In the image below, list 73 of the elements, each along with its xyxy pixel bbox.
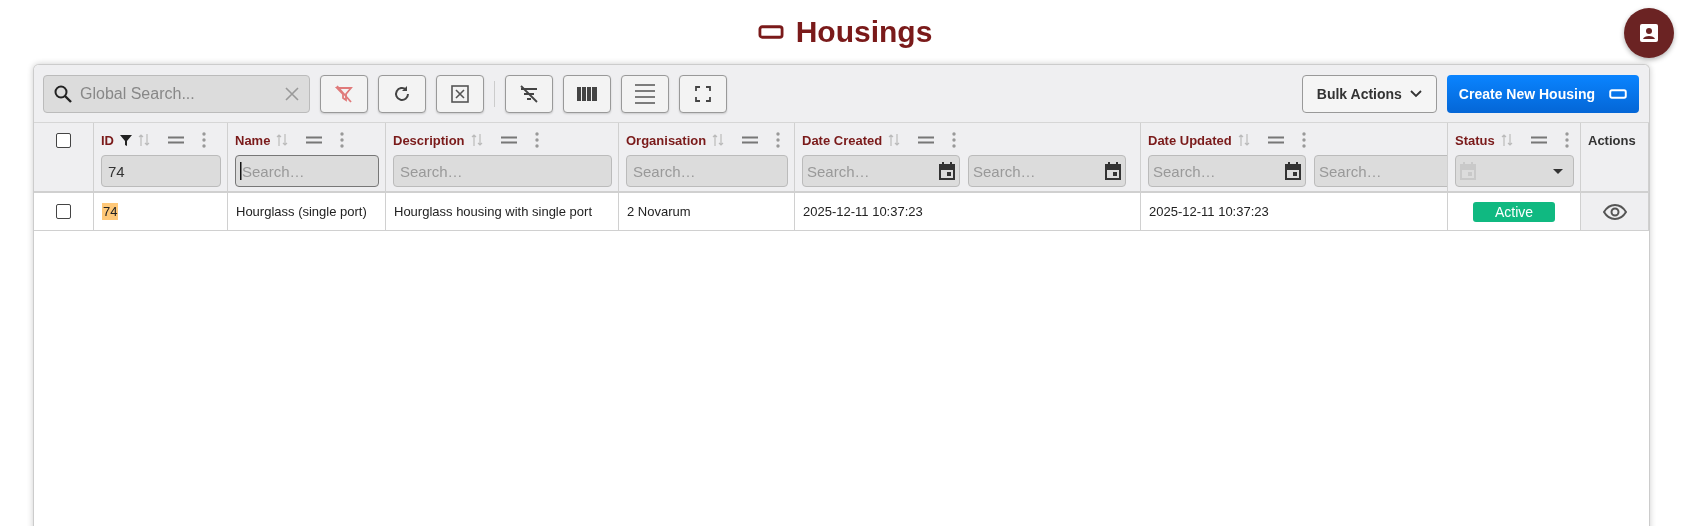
status-badge: Active	[1472, 201, 1556, 222]
calendar-icon[interactable]	[1285, 162, 1301, 180]
filter-lines-off-icon	[518, 84, 540, 103]
table-cell: 2025-12-11 10:37:23	[803, 204, 923, 219]
close-button[interactable]	[436, 74, 484, 113]
table-cell: Hourglass housing with single port	[394, 204, 592, 219]
search-icon	[54, 84, 72, 103]
date-filter-field[interactable]: Search…	[1314, 155, 1447, 187]
column-header[interactable]: Date Created	[802, 132, 883, 148]
date-filter-field[interactable]: Search…	[968, 155, 1126, 187]
close-box-icon	[450, 83, 470, 104]
bulk-actions-button[interactable]: Bulk Actions	[1301, 74, 1437, 113]
checkbox[interactable]	[56, 133, 71, 148]
column-header[interactable]: Date Updated	[1148, 132, 1232, 148]
more-options-icon[interactable]	[1301, 132, 1306, 148]
column-header[interactable]: ID	[101, 132, 114, 148]
hide-filters-button[interactable]	[505, 74, 553, 113]
caret-icon	[1553, 168, 1563, 174]
column-header[interactable]: Status	[1455, 132, 1495, 148]
more-options-icon[interactable]	[1564, 132, 1569, 148]
column-filter-field[interactable]: 74	[101, 155, 221, 187]
density-button[interactable]	[621, 74, 669, 113]
global-search-bar[interactable]: Global Search...	[43, 74, 310, 113]
column-filter-field[interactable]: Search…	[235, 155, 379, 187]
column-filter-field[interactable]: Search…	[393, 155, 612, 187]
more-options-icon[interactable]	[952, 132, 957, 148]
fullscreen-icon	[695, 85, 711, 102]
column-header[interactable]: Organisation	[626, 132, 707, 148]
more-options-icon[interactable]	[776, 132, 781, 148]
global-search-input[interactable]: Global Search...	[80, 84, 277, 103]
fullscreen-button[interactable]	[679, 74, 727, 113]
date-filter-field[interactable]: Search…	[1148, 155, 1306, 187]
clear-filters-button[interactable]	[320, 74, 368, 113]
date-input[interactable]: Search…	[1319, 162, 1447, 180]
table-cell: 74	[102, 203, 119, 220]
drag-handle-icon[interactable]	[742, 136, 759, 144]
more-options-icon[interactable]	[202, 132, 206, 148]
drag-handle-icon[interactable]	[1267, 136, 1284, 144]
contact-card-icon	[1640, 24, 1658, 42]
housing-icon	[757, 25, 784, 39]
table-cell: 2 Novarum	[627, 204, 691, 219]
page-title: Housings	[795, 15, 933, 49]
housing-icon	[1609, 88, 1627, 99]
date-input[interactable]: Search…	[807, 162, 939, 180]
calendar-icon[interactable]	[1105, 162, 1121, 180]
more-options-icon[interactable]	[534, 132, 539, 148]
column-header[interactable]: Actions	[1588, 132, 1636, 148]
date-filter-field[interactable]: Search…	[802, 155, 960, 187]
clear-icon[interactable]	[285, 86, 299, 101]
view-icon[interactable]	[1602, 203, 1627, 220]
column-header[interactable]: Name	[235, 132, 271, 148]
table-cell: Hourglass (single port)	[236, 204, 367, 219]
checkbox[interactable]	[56, 204, 71, 219]
columns-icon	[577, 86, 597, 101]
calendar-icon[interactable]	[939, 162, 955, 180]
lines-icon	[634, 83, 656, 104]
create-housing-button[interactable]: Create New Housing	[1446, 74, 1639, 113]
profile-button[interactable]	[1624, 8, 1674, 58]
columns-button[interactable]	[563, 74, 611, 113]
column-header[interactable]: Description	[393, 132, 465, 148]
more-options-icon[interactable]	[340, 132, 345, 148]
drag-handle-icon[interactable]	[1530, 136, 1547, 144]
drag-handle-icon[interactable]	[168, 136, 184, 144]
drag-handle-icon[interactable]	[918, 136, 935, 144]
filter-off-icon	[334, 83, 354, 104]
drag-handle-icon[interactable]	[306, 136, 323, 144]
drag-handle-icon[interactable]	[500, 136, 517, 144]
chevron-down-icon	[1409, 89, 1422, 98]
column-filter-field[interactable]: Search…	[626, 155, 788, 187]
table-cell: 2025-12-11 10:37:23	[1149, 204, 1269, 219]
refresh-button[interactable]	[378, 74, 426, 113]
date-input[interactable]: Search…	[1153, 162, 1285, 180]
date-input[interactable]: Search…	[973, 162, 1105, 180]
